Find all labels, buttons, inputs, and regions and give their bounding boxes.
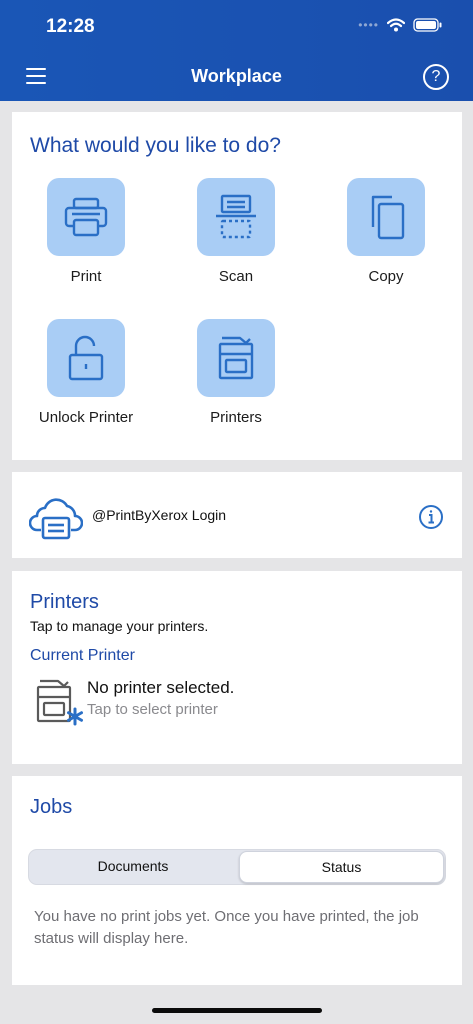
cloud-printer-icon xyxy=(28,494,84,547)
info-icon[interactable] xyxy=(418,504,444,535)
status-time: 12:28 xyxy=(46,16,95,37)
unlock-icon xyxy=(47,319,125,397)
printer-icon xyxy=(47,178,125,256)
help-icon[interactable]: ? xyxy=(423,64,449,90)
cloud-login-link[interactable]: @PrintByXerox Login xyxy=(92,507,226,523)
current-printer-label: Current Printer xyxy=(30,647,135,664)
battery-icon xyxy=(413,18,442,32)
copy-icon xyxy=(347,178,425,256)
no-printer-icon xyxy=(36,677,84,732)
status-icons: •••• xyxy=(358,18,443,32)
signal-icon: •••• xyxy=(358,18,379,32)
print-label: Print xyxy=(70,268,102,285)
copy-tile[interactable]: Copy xyxy=(326,178,446,285)
scan-label: Scan xyxy=(218,268,254,285)
copy-label: Copy xyxy=(368,268,404,285)
printer-status-text: No printer selected. xyxy=(87,678,235,697)
top-bar: 12:28 •••• Workplace ? xyxy=(0,0,473,101)
actions-heading: What would you like to do? xyxy=(30,134,281,157)
jobs-segmented-control: Documents Status xyxy=(28,849,446,885)
print-tile[interactable]: Print xyxy=(26,178,146,285)
printers-subtitle: Tap to manage your printers. xyxy=(30,618,209,634)
scanner-icon xyxy=(197,178,275,256)
page-title: Workplace xyxy=(191,66,282,86)
cloud-login-card[interactable]: @PrintByXerox Login xyxy=(12,472,462,558)
jobs-title: Jobs xyxy=(30,796,73,818)
printers-tile[interactable]: Printers xyxy=(176,319,296,426)
jobs-card: Jobs Documents Status You have no print … xyxy=(12,776,462,985)
tab-documents[interactable]: Documents xyxy=(30,851,236,881)
printers-card[interactable]: Printers Tap to manage your printers. Cu… xyxy=(12,571,462,764)
select-printer-hint[interactable]: Tap to select printer xyxy=(87,701,218,718)
home-indicator xyxy=(152,1008,322,1013)
jobs-empty-message: You have no print jobs yet. Once you hav… xyxy=(34,908,419,947)
scan-tile[interactable]: Scan xyxy=(176,178,296,285)
actions-card: What would you like to do? Print Scan Co… xyxy=(12,112,462,460)
printers-title: Printers xyxy=(30,591,99,613)
printers-label: Printers xyxy=(210,409,262,426)
tab-status[interactable]: Status xyxy=(239,851,444,883)
wifi-icon xyxy=(387,18,405,32)
printer-device-icon xyxy=(197,319,275,397)
unlock-printer-tile[interactable]: Unlock Printer xyxy=(26,319,146,426)
unlock-printer-label: Unlock Printer xyxy=(38,409,134,426)
